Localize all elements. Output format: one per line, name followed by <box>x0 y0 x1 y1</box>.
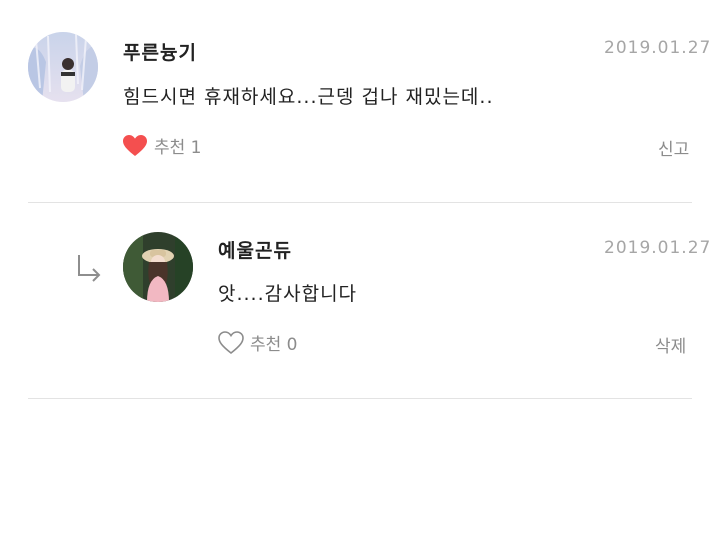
like-count-label: 추천 0 <box>250 335 298 355</box>
comment-author[interactable]: 예울곤듀 <box>218 236 292 263</box>
divider <box>28 398 692 399</box>
heart-filled-icon <box>122 134 154 158</box>
reply-item: 예울곤듀 2019.01.27 앗....감사합니다 추천 0 삭제 <box>0 203 715 398</box>
like-button[interactable]: 추천 1 <box>122 133 202 158</box>
like-count-label: 추천 1 <box>154 138 202 158</box>
heart-outline-icon <box>218 330 250 355</box>
report-button[interactable]: 신고 <box>658 135 689 160</box>
avatar[interactable] <box>28 32 98 102</box>
comment-date: 2019.01.27 <box>604 238 712 258</box>
delete-button[interactable]: 삭제 <box>655 332 686 357</box>
reply-arrow-icon <box>75 253 103 287</box>
comment-item: 푸른늉기 2019.01.27 힘드시면 휴재하세요...근뎅 겁나 재밌는데.… <box>0 0 715 200</box>
comment-author[interactable]: 푸른늉기 <box>123 38 197 65</box>
comment-text: 힘드시면 휴재하세요...근뎅 겁나 재밌는데.. <box>123 86 494 108</box>
comment-date: 2019.01.27 <box>604 38 712 58</box>
comment-text: 앗....감사합니다 <box>218 283 358 305</box>
like-button[interactable]: 추천 0 <box>218 330 298 355</box>
avatar[interactable] <box>123 232 193 302</box>
